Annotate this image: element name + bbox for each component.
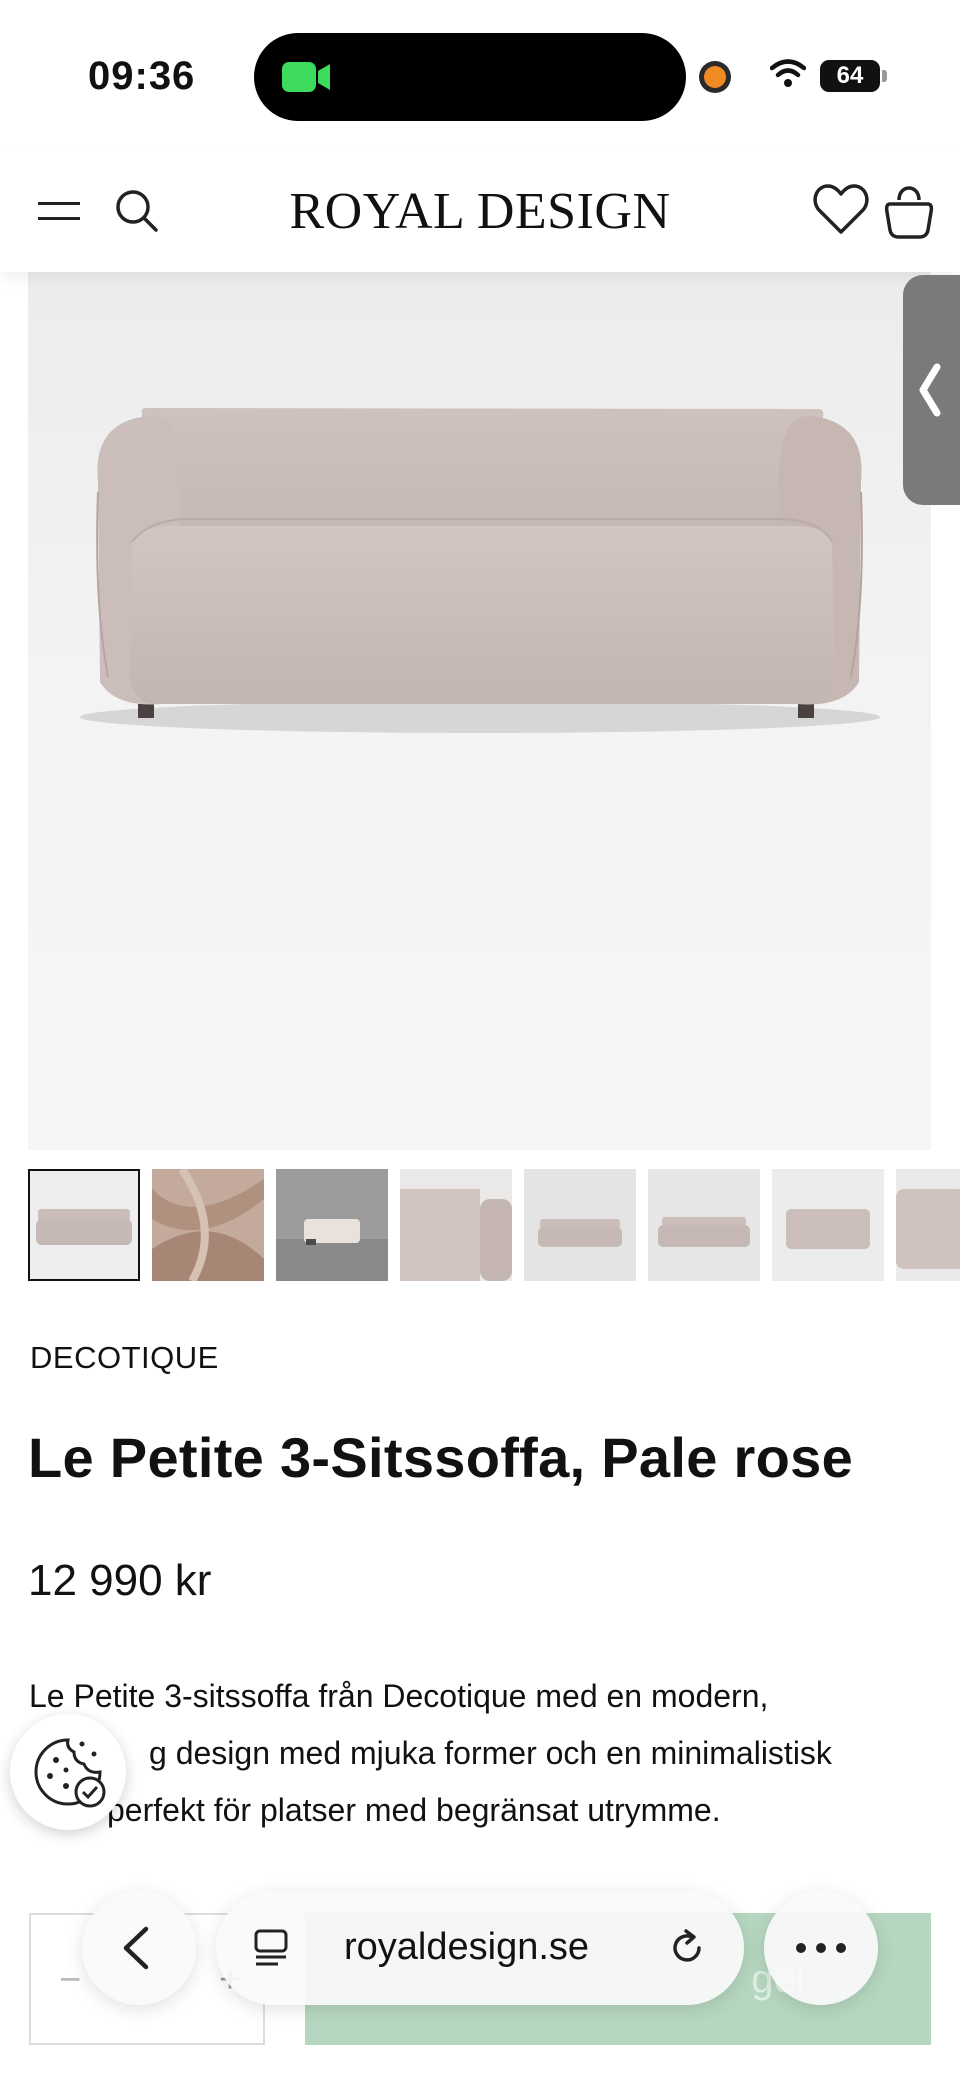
video-camera-icon	[282, 62, 330, 92]
product-title: Le Petite 3-Sitssoffa, Pale rose	[28, 1426, 854, 1489]
browser-back-button[interactable]	[82, 1891, 196, 2005]
cookie-settings-button[interactable]	[10, 1714, 126, 1830]
cookie-icon	[34, 1738, 106, 1808]
thumbnail-sofa-detail[interactable]	[400, 1169, 512, 1281]
wifi-icon	[770, 59, 806, 87]
side-panel-tab[interactable]	[903, 275, 960, 505]
site-header: ROYAL DESIGN	[0, 150, 960, 272]
chevron-left-icon	[919, 363, 941, 417]
address-bar[interactable]: royaldesign.se	[216, 1891, 744, 2005]
reader-mode-icon[interactable]	[250, 1927, 292, 1969]
thumbnail-sofa-front[interactable]	[28, 1169, 140, 1281]
product-main-image[interactable]	[28, 272, 931, 1150]
reload-icon[interactable]	[664, 1925, 710, 1971]
battery-icon: 64	[820, 60, 880, 92]
shopping-bag-icon[interactable]	[884, 180, 934, 240]
thumbnail-sofa-front-2[interactable]	[524, 1169, 636, 1281]
heart-icon[interactable]	[812, 182, 870, 236]
product-price: 12 990 kr	[28, 1556, 212, 1605]
sofa-illustration	[80, 408, 880, 733]
description-line: g design med mjuka former och en minimal…	[149, 1735, 832, 1771]
description-line: Le Petite 3-sitssoffa från Decotique med…	[29, 1678, 769, 1714]
thumbnail-fabric-closeup[interactable]	[152, 1169, 264, 1281]
thumbnail-strip[interactable]	[28, 1169, 960, 1283]
battery-nub	[882, 70, 887, 82]
product-brand[interactable]: DECOTIQUE	[30, 1340, 219, 1376]
thumbnail-sofa-back[interactable]	[772, 1169, 884, 1281]
quantity-decrease-button[interactable]: −	[59, 1959, 81, 2002]
recording-indicator-icon	[704, 66, 726, 88]
chevron-left-icon	[123, 1926, 149, 1970]
more-options-button[interactable]	[764, 1891, 878, 2005]
thumbnail-sofa-room[interactable]	[276, 1169, 388, 1281]
status-time: 09:36	[88, 54, 196, 98]
product-description: Le Petite 3-sitssoffa från Decotique med…	[29, 1668, 929, 1839]
more-icon	[796, 1943, 846, 1953]
url-text[interactable]: royaldesign.se	[344, 1926, 589, 1969]
dynamic-island	[254, 33, 686, 121]
description-line: perfekt för platser med begränsat utrymm…	[107, 1792, 721, 1828]
status-bar: 09:36 64	[0, 0, 960, 150]
thumbnail-sofa-side[interactable]	[896, 1169, 960, 1281]
thumbnail-sofa-angle[interactable]	[648, 1169, 760, 1281]
